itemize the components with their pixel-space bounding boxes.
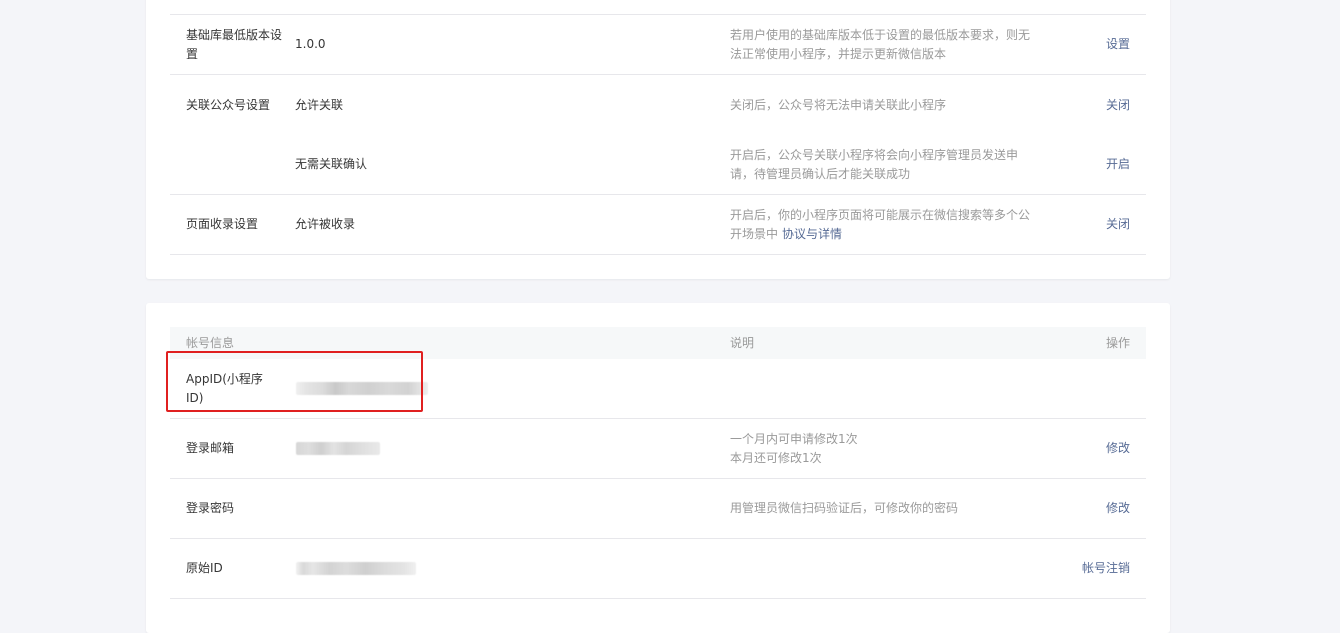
setting-description: 开启后，公众号关联小程序将会向小程序管理员发送申请，待管理员确认后才能关联成功 [730, 147, 1019, 181]
set-button[interactable]: 设置 [1106, 15, 1130, 74]
email-desc-line2: 本月还可修改1次 [730, 450, 822, 465]
setting-label: 页面收录设置 [186, 217, 259, 231]
account-row-email: 登录邮箱 一个月内可申请修改1次 本月还可修改1次 修改 [170, 419, 1146, 479]
disable-indexing-button[interactable]: 关闭 [1106, 195, 1130, 254]
redacted-value [296, 562, 416, 575]
setting-value: 1.0.0 [295, 37, 326, 51]
original-id-value-redacted [296, 539, 696, 598]
account-description: 一个月内可申请修改1次 本月还可修改1次 [730, 419, 1040, 478]
setting-row-official-account: 关联公众号设置 允许关联 关闭后，公众号将无法申请关联此小程序 关闭 [170, 75, 1146, 135]
setting-description: 若用户使用的基础库版本低于设置的最低版本要求，则无法正常使用小程序，并提示更新微… [730, 27, 1031, 61]
account-description [730, 359, 1040, 418]
header-description: 说明 [730, 335, 755, 350]
setting-label: 关联公众号设置 [186, 97, 271, 112]
account-description [730, 539, 1040, 598]
setting-description-text: 开启后，你的小程序页面将可能展示在微信搜索等多个公开场景中 [730, 207, 1031, 241]
account-row-password: 登录密码 用管理员微信扫码验证后，可修改你的密码 修改 [170, 479, 1146, 539]
modify-password-button[interactable]: 修改 [1106, 479, 1130, 538]
account-table-header: 帐号信息 说明 操作 [170, 327, 1146, 359]
enable-confirm-button[interactable]: 开启 [1106, 135, 1130, 194]
setting-description: 关闭后，公众号将无法申请关联此小程序 [730, 97, 947, 112]
account-description: 用管理员微信扫码验证后，可修改你的密码 [730, 501, 959, 515]
modify-email-button[interactable]: 修改 [1106, 419, 1130, 478]
account-row-appid: AppID(小程序ID) [170, 359, 1146, 419]
email-desc-line1: 一个月内可申请修改1次 [730, 431, 858, 446]
setting-row-association-confirm: 无需关联确认 开启后，公众号关联小程序将会向小程序管理员发送申请，待管理员确认后… [170, 135, 1146, 195]
redacted-value [296, 442, 380, 455]
account-label: 登录密码 [186, 501, 235, 515]
settings-card: 基础库最低版本设置 1.0.0 若用户使用的基础库版本低于设置的最低版本要求，则… [146, 0, 1170, 279]
setting-value: 无需关联确认 [295, 157, 368, 171]
setting-value: 允许关联 [295, 97, 344, 112]
account-row-original-id: 原始ID 帐号注销 [170, 539, 1146, 599]
setting-description: 开启后，你的小程序页面将可能展示在微信搜索等多个公开场景中 协议与详情 [730, 195, 1040, 254]
setting-row-page-indexing: 页面收录设置 允许被收录 开启后，你的小程序页面将可能展示在微信搜索等多个公开场… [170, 195, 1146, 255]
header-account-info: 帐号信息 [186, 335, 235, 350]
setting-label [186, 135, 284, 194]
deregister-account-button[interactable]: 帐号注销 [1082, 539, 1130, 598]
email-value-redacted [296, 419, 696, 478]
redacted-value [296, 382, 428, 395]
setting-label: 基础库最低版本设置 [186, 27, 283, 61]
account-card: 帐号信息 说明 操作 AppID(小程序ID) 登录邮箱 一个月内可申请修改1次… [146, 303, 1170, 633]
account-label: AppID(小程序ID) [186, 371, 263, 405]
account-label: 原始ID [186, 561, 223, 575]
header-operation: 操作 [1105, 335, 1130, 350]
setting-value: 允许被收录 [295, 217, 356, 231]
disable-association-button[interactable]: 关闭 [1106, 75, 1130, 135]
appid-value-redacted [296, 359, 696, 418]
setting-row-base-library: 基础库最低版本设置 1.0.0 若用户使用的基础库版本低于设置的最低版本要求，则… [170, 15, 1146, 75]
agreement-details-link[interactable]: 协议与详情 [782, 227, 842, 241]
account-label: 登录邮箱 [186, 441, 235, 455]
